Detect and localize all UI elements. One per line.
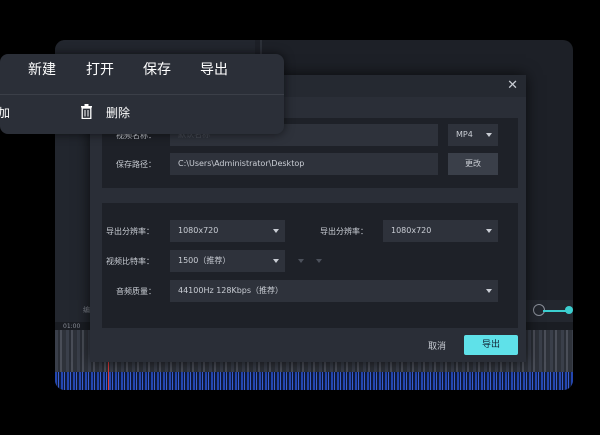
close-icon[interactable]: ✕: [507, 78, 518, 93]
chevron-down-icon: [486, 289, 492, 293]
menu-item-open[interactable]: 打开: [86, 59, 114, 79]
resolution-value-2: 1080x720: [391, 226, 432, 235]
menu-divider: [0, 94, 284, 95]
zoom-slider-knob[interactable]: [565, 306, 573, 314]
add-label: 添加: [0, 106, 11, 120]
export-button[interactable]: 导出: [464, 335, 518, 355]
trash-icon[interactable]: [80, 104, 93, 119]
bitrate-label: 视频比特率：: [106, 257, 154, 266]
menu-card: 新建 打开 保存 导出 添加 删除: [0, 54, 284, 134]
chevron-down-icon: [298, 259, 304, 263]
bitrate-select[interactable]: 1500（推荐）: [170, 250, 285, 272]
delete-action[interactable]: 删除: [106, 104, 130, 121]
chevron-down-icon: [486, 133, 492, 137]
audio-track[interactable]: [55, 372, 573, 390]
audio-quality-select[interactable]: 44100Hz 128Kbps（推荐）: [170, 280, 498, 302]
menu-item-save[interactable]: 保存: [143, 59, 171, 79]
audio-quality-value: 44100Hz 128Kbps（推荐）: [178, 286, 284, 295]
chevron-down-icon: [273, 259, 279, 263]
resolution-label-1: 导出分辨率：: [106, 227, 154, 236]
resolution-select-2[interactable]: 1080x720: [383, 220, 498, 242]
chevron-down-icon: [273, 229, 279, 233]
audio-quality-label: 音频质量：: [116, 287, 156, 296]
menu-item-export[interactable]: 导出: [200, 59, 228, 79]
format-value: MP4: [456, 130, 473, 139]
menu-item-new[interactable]: 新建: [28, 59, 56, 79]
add-action[interactable]: 添加: [0, 104, 10, 121]
resolution-select-1[interactable]: 1080x720: [170, 220, 285, 242]
change-path-button[interactable]: 更改: [448, 153, 498, 175]
chevron-down-icon: [316, 259, 322, 263]
format-select[interactable]: MP4: [448, 124, 498, 146]
cancel-button[interactable]: 取消: [428, 339, 446, 352]
resolution-label-2: 导出分辨率：: [320, 227, 368, 236]
save-path-label: 保存路径：: [116, 160, 156, 169]
time-start-label: 01:00: [63, 323, 81, 330]
chevron-down-icon: [486, 229, 492, 233]
bitrate-value: 1500（推荐）: [178, 256, 231, 265]
resolution-value-1: 1080x720: [178, 226, 219, 235]
save-path-input[interactable]: C:\Users\Administrator\Desktop: [170, 153, 438, 175]
